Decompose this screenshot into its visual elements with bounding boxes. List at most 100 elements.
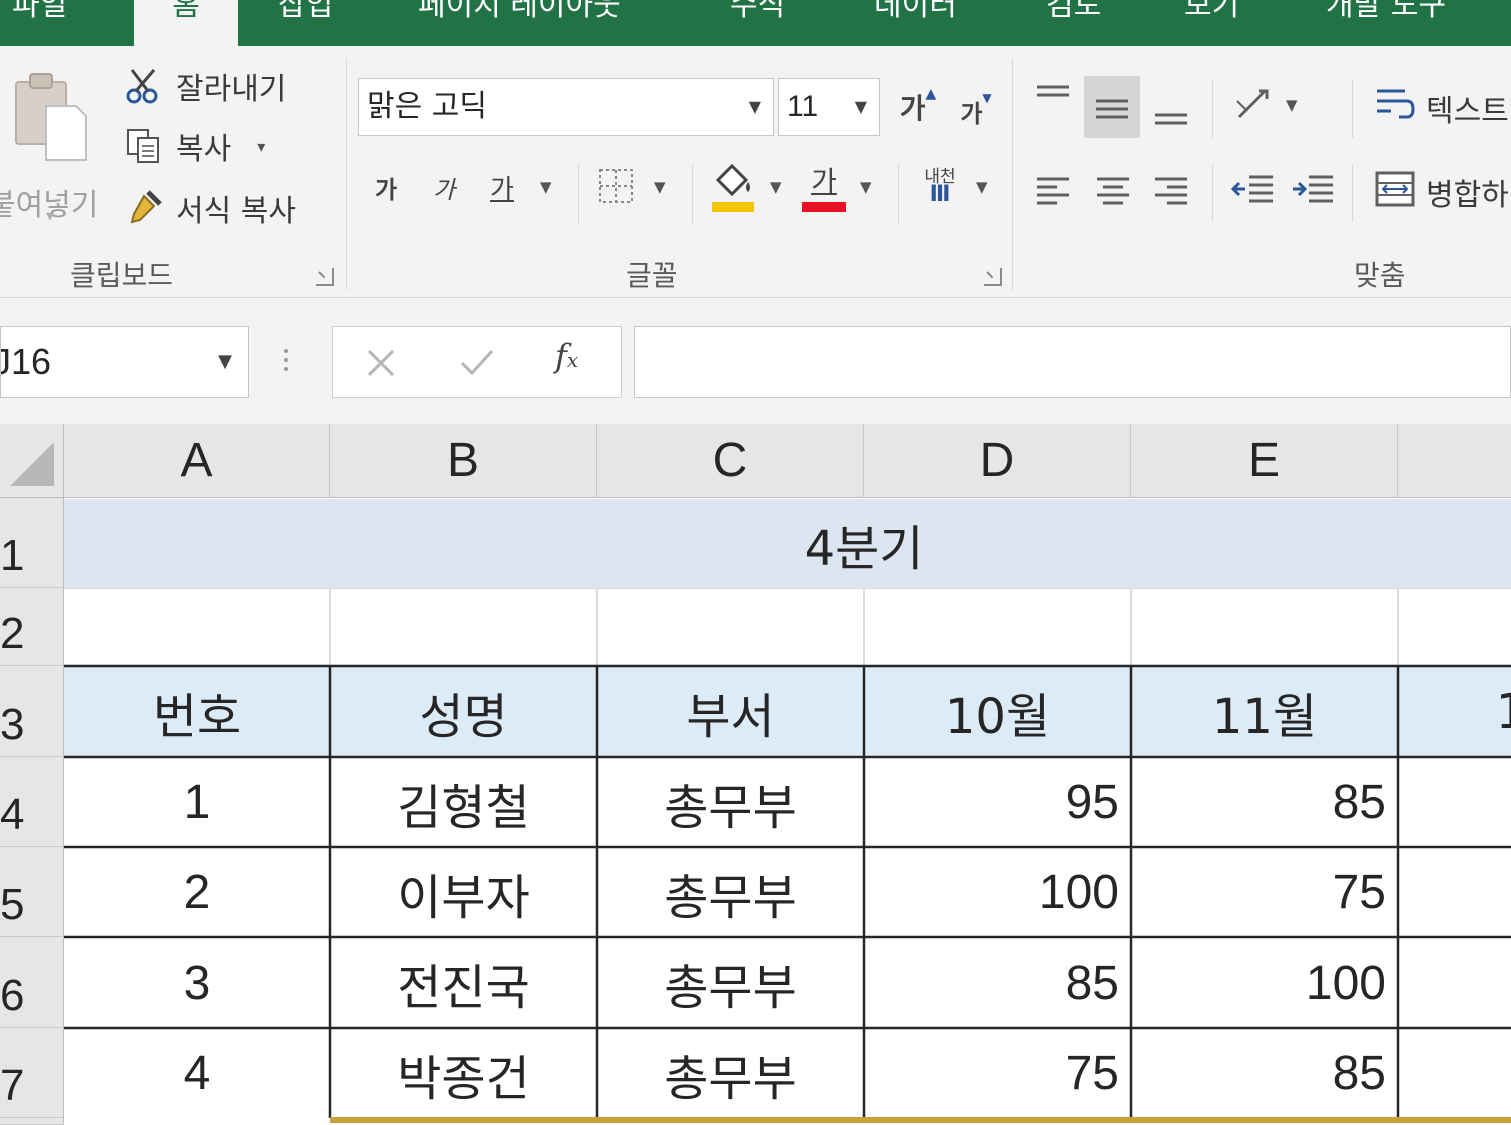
fill-color-chevron-down-icon[interactable]: ▼ bbox=[770, 178, 782, 196]
table-cell-number[interactable]: 3 bbox=[64, 938, 330, 1028]
table-cell-department[interactable]: 총무부 bbox=[597, 848, 864, 937]
align-left-icon bbox=[1037, 177, 1069, 205]
table-cell-october[interactable]: 100 bbox=[864, 848, 1131, 937]
format-painter-label: 서식 복사 bbox=[176, 194, 296, 229]
fill-bucket-icon bbox=[712, 163, 754, 212]
tab-data[interactable]: 데이터 bbox=[874, 0, 984, 46]
borders-button[interactable] bbox=[596, 166, 636, 206]
formula-bar: J16 ▼ fx bbox=[0, 298, 1511, 424]
tab-developer[interactable]: 개발 도구 bbox=[1326, 0, 1496, 46]
orientation-button[interactable] bbox=[1228, 80, 1278, 130]
tab-home[interactable]: 홈 bbox=[134, 0, 238, 46]
font-color-chevron-down-icon[interactable]: ▼ bbox=[860, 178, 872, 196]
tab-review[interactable]: 검토 bbox=[1046, 0, 1126, 46]
decrease-indent-icon bbox=[1231, 175, 1273, 203]
formula-input[interactable] bbox=[634, 326, 1511, 398]
separator bbox=[1212, 80, 1213, 138]
align-right-button[interactable] bbox=[1148, 164, 1194, 214]
table-cell-name[interactable]: 이부자 bbox=[330, 848, 597, 937]
orientation-chevron-down-icon[interactable]: ▼ bbox=[1286, 96, 1298, 114]
header-cell-october[interactable]: 10월 bbox=[864, 667, 1131, 757]
align-bottom-icon bbox=[1155, 113, 1187, 125]
formula-bar-resize-handle[interactable] bbox=[284, 344, 290, 378]
tab-page-layout[interactable]: 페이지 레이아웃 bbox=[418, 0, 668, 46]
font-dialog-launcher-icon[interactable] bbox=[984, 268, 1002, 286]
phonetic-chevron-down-icon[interactable]: ▼ bbox=[976, 178, 988, 196]
tab-insert[interactable]: 삽입 bbox=[278, 0, 368, 46]
cut-label: 잘라내기 bbox=[176, 72, 287, 107]
tab-file[interactable]: 파일 bbox=[12, 0, 102, 46]
name-box-value: J16 bbox=[1, 341, 52, 382]
align-center-button[interactable] bbox=[1090, 164, 1136, 214]
worksheet-grid[interactable]: A B C D E 1 2 3 4 5 6 7 4분기 번호 성명 부서 10월… bbox=[0, 424, 1511, 1125]
shrink-font-icon: 가 bbox=[960, 99, 983, 128]
separator bbox=[692, 164, 693, 224]
clipboard-dialog-launcher-icon[interactable] bbox=[316, 268, 334, 286]
align-top-button[interactable] bbox=[1030, 76, 1076, 126]
cut-button[interactable]: 잘라내기 bbox=[124, 64, 286, 108]
ribbon: 붙여넣기 ▾ 잘라내기 복사 ▾ 서식 복사 클립보드 맑은 고딕 ▼ 11 ▼… bbox=[0, 46, 1511, 298]
font-size-chevron-down-icon[interactable]: ▼ bbox=[855, 79, 867, 135]
shrink-font-button[interactable]: 가 ▼ bbox=[954, 86, 998, 136]
table-cell-november[interactable]: 85 bbox=[1131, 758, 1398, 847]
phonetic-guide-button[interactable]: 내천 Ⅲ bbox=[912, 158, 968, 214]
header-cell-november[interactable]: 11월 bbox=[1131, 667, 1398, 757]
header-cell-number[interactable]: 번호 bbox=[64, 667, 330, 757]
insert-function-icon[interactable]: fx bbox=[555, 337, 578, 375]
enter-check-icon[interactable] bbox=[459, 347, 495, 379]
cancel-icon[interactable] bbox=[365, 347, 397, 379]
title-cell[interactable]: 4분기 bbox=[64, 499, 1511, 588]
header-cell-december[interactable]: 1 bbox=[1398, 667, 1511, 757]
copy-button[interactable]: 복사 ▾ bbox=[124, 124, 265, 168]
align-bottom-button[interactable] bbox=[1148, 84, 1194, 134]
table-cell-department[interactable]: 총무부 bbox=[597, 1029, 864, 1118]
borders-chevron-down-icon[interactable]: ▼ bbox=[654, 178, 666, 196]
name-box[interactable]: J16 ▼ bbox=[0, 326, 249, 398]
table-cell-department[interactable]: 총무부 bbox=[597, 758, 864, 847]
phonetic-mark-icon: Ⅲ bbox=[929, 182, 951, 207]
format-painter-button[interactable]: 서식 복사 bbox=[124, 186, 296, 230]
copy-chevron-down-icon[interactable]: ▾ bbox=[257, 137, 265, 156]
table-cell-department[interactable]: 총무부 bbox=[597, 938, 864, 1028]
decrease-indent-button[interactable] bbox=[1228, 164, 1278, 214]
table-cell-number[interactable]: 2 bbox=[64, 848, 330, 937]
separator bbox=[1352, 164, 1353, 222]
table-cell-november[interactable]: 85 bbox=[1131, 1029, 1398, 1118]
bold-button[interactable]: 가 bbox=[364, 162, 408, 212]
table-cell-november[interactable]: 75 bbox=[1131, 848, 1398, 937]
table-cell-name[interactable]: 박종건 bbox=[330, 1029, 597, 1118]
increase-indent-button[interactable] bbox=[1288, 164, 1338, 214]
italic-button[interactable]: 가 bbox=[422, 162, 466, 212]
table-cell-number[interactable]: 1 bbox=[64, 758, 330, 847]
group-divider bbox=[346, 58, 347, 290]
fill-color-button[interactable] bbox=[708, 158, 758, 214]
tab-formulas[interactable]: 수식 bbox=[730, 0, 810, 46]
paste-button[interactable]: 붙여넣기 bbox=[0, 68, 98, 223]
font-size-combo[interactable]: 11 ▼ bbox=[778, 78, 880, 136]
clipboard-group-label: 클립보드 bbox=[70, 259, 174, 292]
alignment-group-label: 맞춤 bbox=[1354, 259, 1406, 292]
paste-dropdown-chevron-icon[interactable]: ▾ bbox=[46, 206, 54, 225]
underline-icon: 가 bbox=[490, 174, 514, 205]
merge-center-button[interactable]: 병합하 bbox=[1426, 170, 1509, 214]
align-middle-button[interactable] bbox=[1084, 76, 1140, 138]
underline-chevron-down-icon[interactable]: ▼ bbox=[540, 178, 552, 196]
underline-button[interactable]: 가 bbox=[480, 162, 524, 212]
align-left-button[interactable] bbox=[1030, 164, 1076, 214]
font-name-combo[interactable]: 맑은 고딕 ▼ bbox=[358, 78, 774, 136]
table-cell-october[interactable]: 85 bbox=[864, 938, 1131, 1028]
grow-font-button[interactable]: 가 ▲ bbox=[894, 82, 942, 132]
tab-view[interactable]: 보기 bbox=[1184, 0, 1264, 46]
header-cell-department[interactable]: 부서 bbox=[597, 667, 864, 757]
table-cell-october[interactable]: 75 bbox=[864, 1029, 1131, 1118]
font-color-button[interactable]: 가 bbox=[800, 158, 848, 214]
name-box-chevron-down-icon[interactable]: ▼ bbox=[218, 327, 232, 397]
wrap-text-button[interactable]: 텍스트 bbox=[1426, 86, 1509, 130]
header-cell-name[interactable]: 성명 bbox=[330, 667, 597, 757]
table-cell-october[interactable]: 95 bbox=[864, 758, 1131, 847]
table-cell-november[interactable]: 100 bbox=[1131, 938, 1398, 1028]
table-cell-name[interactable]: 전진국 bbox=[330, 938, 597, 1028]
font-name-chevron-down-icon[interactable]: ▼ bbox=[749, 79, 761, 135]
table-cell-name[interactable]: 김형철 bbox=[330, 758, 597, 847]
table-cell-number[interactable]: 4 bbox=[64, 1029, 330, 1118]
